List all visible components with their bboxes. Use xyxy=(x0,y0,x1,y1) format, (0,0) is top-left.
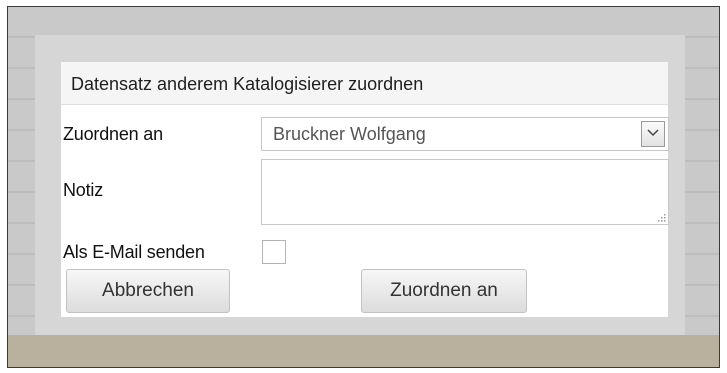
dialog-header: Datensatz anderem Katalogisierer zuordne… xyxy=(61,62,668,105)
resize-grip-icon[interactable] xyxy=(656,212,666,222)
assign-to-selected-value: Bruckner Wolfgang xyxy=(273,124,426,144)
assign-button[interactable]: Zuordnen an xyxy=(361,269,527,313)
cancel-button[interactable]: Abbrechen xyxy=(66,269,230,313)
assign-dialog: Datensatz anderem Katalogisierer zuordne… xyxy=(61,62,669,317)
dialog-title: Datensatz anderem Katalogisierer zuordne… xyxy=(71,74,424,94)
send-email-label: Als E-Mail senden xyxy=(63,242,205,262)
assign-to-select[interactable]: Bruckner Wolfgang xyxy=(261,117,669,151)
note-label: Notiz xyxy=(63,180,104,200)
chevron-down-icon[interactable] xyxy=(641,121,665,147)
send-email-checkbox[interactable] xyxy=(262,240,286,264)
dialog-overlay-frame: Datensatz anderem Katalogisierer zuordne… xyxy=(35,35,685,335)
screen-frame: Datensatz anderem Katalogisierer zuordne… xyxy=(7,6,720,368)
background-footer-band xyxy=(8,335,719,367)
note-textarea[interactable] xyxy=(261,159,669,225)
assign-to-label: Zuordnen an xyxy=(63,124,163,144)
